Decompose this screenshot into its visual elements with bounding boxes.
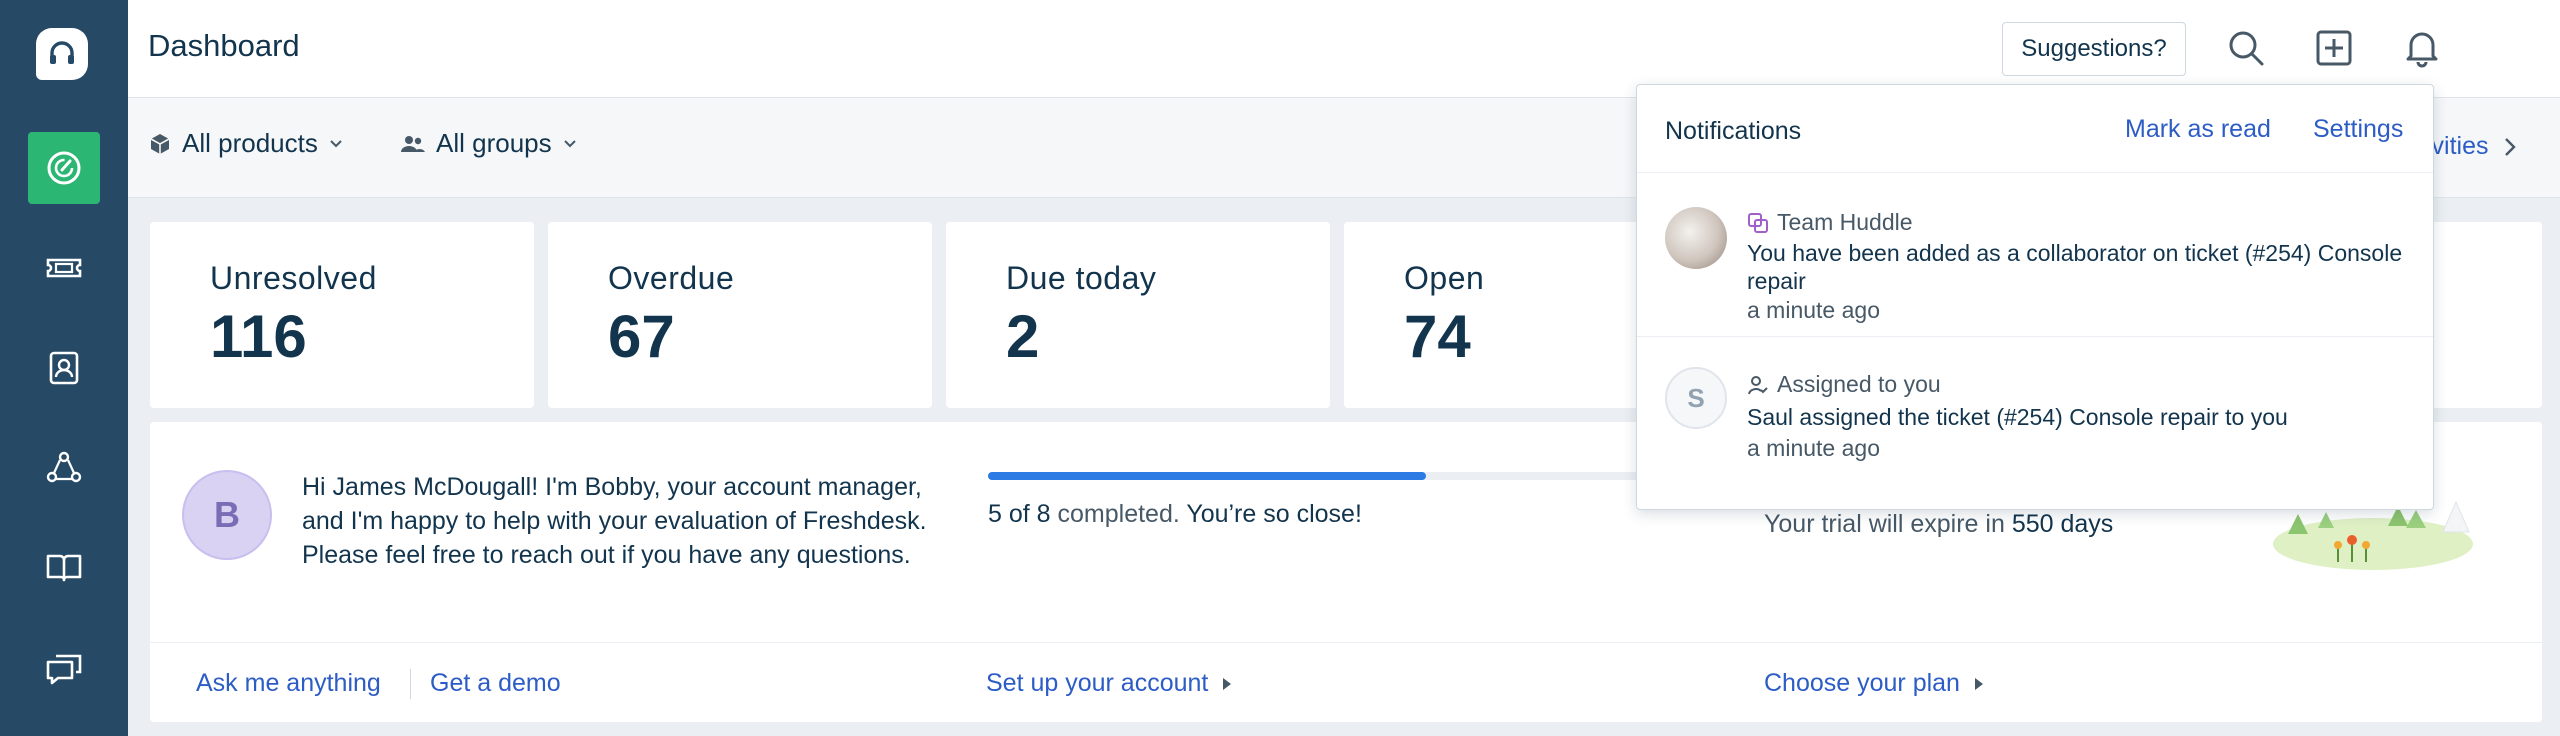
notification-settings-link[interactable]: Settings [2313,115,2403,144]
trial-prefix: Your trial will expire in [1764,510,2005,538]
sidebar-item-contacts[interactable] [28,332,100,404]
stat-card-unresolved[interactable]: Unresolved 116 [150,222,534,408]
setup-progress-fill [988,472,1426,480]
sidebar [0,0,128,736]
stat-label: Unresolved [210,260,377,296]
activities-link[interactable]: ivities [2426,132,2517,161]
notification-item[interactable]: Team Huddle You have been added as a col… [1637,173,2433,337]
caret-right-icon [1223,677,1232,690]
ticket-icon [46,258,82,278]
new-item-icon[interactable] [2310,24,2358,72]
groups-icon [46,451,82,483]
sidebar-item-dashboard[interactable] [28,132,100,204]
freshdesk-logo-icon[interactable] [36,28,88,80]
notification-user-avatar: S [1665,367,1727,429]
notification-time: a minute ago [1747,435,1880,461]
stat-value: 2 [1006,303,1040,370]
notifications-title: Notifications [1665,117,1802,145]
get-demo-link[interactable]: Get a demo [430,669,561,698]
chevron-down-icon [330,139,342,147]
ask-me-anything-link[interactable]: Ask me anything [196,669,381,698]
chevron-right-icon [2504,137,2516,156]
groups-filter[interactable]: All groups [400,128,578,159]
setup-account-label: Set up your account [986,669,1209,697]
sidebar-item-forums[interactable] [28,632,100,704]
page-title: Dashboard [148,28,300,63]
stat-card-overdue[interactable]: Overdue 67 [548,222,932,408]
notification-item[interactable]: S Assigned to you Saul assigned the tick… [1637,337,2433,509]
contacts-icon [49,351,79,385]
notification-type-label: Team Huddle [1777,209,1913,235]
activities-link-label: ivities [2426,132,2489,160]
link-divider [410,669,411,699]
trial-expiry-text: Your trial will expire in 550 days [1764,510,2113,539]
choose-plan-label: Choose your plan [1764,669,1960,697]
notifications-popover: Notifications Mark as read Settings Team… [1636,84,2434,510]
suggestions-button[interactable]: Suggestions? [2002,22,2186,76]
stat-card-due-today[interactable]: Due today 2 [946,222,1330,408]
progress-tail: You’re so close! [1186,500,1362,528]
notification-type: Team Huddle [1747,209,1913,236]
notification-time: a minute ago [1747,297,1880,323]
notification-message: You have been added as a collaborator on… [1747,240,2403,294]
products-filter-label: All products [182,128,318,158]
chevron-down-icon [563,139,576,147]
dashboard-icon [47,151,81,185]
choose-plan-link[interactable]: Choose your plan [1764,669,1984,698]
notification-user-avatar [1665,207,1727,269]
notifications-header: Notifications Mark as read Settings [1637,85,2433,173]
mark-as-read-link[interactable]: Mark as read [2125,115,2271,144]
products-filter[interactable]: All products [148,128,344,159]
setup-account-link[interactable]: Set up your account [986,669,1232,698]
stat-value: 74 [1404,303,1471,370]
search-icon[interactable] [2222,24,2270,72]
account-manager-greeting: Hi James McDougall! I'm Bobby, your acco… [302,473,927,569]
team-huddle-icon [1748,212,1768,233]
sidebar-item-tickets[interactable] [28,232,100,304]
stat-label: Due today [1006,260,1157,296]
progress-count: 5 of 8 [988,500,1051,528]
groups-filter-label: All groups [436,128,552,158]
notification-type-label: Assigned to you [1777,371,1941,397]
bell-icon[interactable] [2398,24,2446,72]
forums-icon [46,654,82,685]
stat-value: 116 [210,303,307,370]
sidebar-item-groups[interactable] [28,432,100,504]
stat-value: 67 [608,303,675,370]
onboarding-footer: Ask me anything Get a demo Set up your a… [150,642,2542,722]
caret-right-icon [1974,677,1983,690]
account-manager-avatar: B [182,470,272,560]
progress-completed-word: completed. [1057,500,1180,528]
sidebar-item-knowledge-base[interactable] [28,532,100,604]
assigned-user-icon [1748,375,1768,394]
product-box-icon [150,133,170,154]
notification-message: Saul assigned the ticket (#254) Console … [1747,404,2288,430]
trial-days: 550 days [2011,510,2114,538]
stat-label: Overdue [608,260,735,296]
setup-progress-text: 5 of 8 completed. You’re so close! [988,500,1362,529]
users-icon [401,135,425,152]
notification-type: Assigned to you [1747,371,1941,398]
setup-progress-bar [988,472,1688,480]
stat-label: Open [1404,260,1485,296]
knowledge-base-icon [46,554,82,582]
